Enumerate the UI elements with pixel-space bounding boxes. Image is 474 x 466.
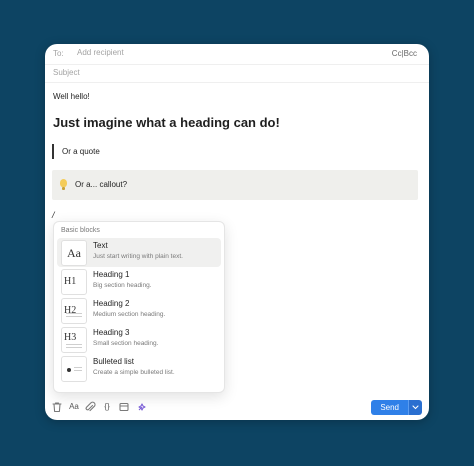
to-label: To: (53, 49, 64, 58)
chevron-down-icon (412, 405, 419, 410)
lightbulb-base (62, 187, 65, 190)
lightbulb-icon (60, 179, 67, 187)
menu-item-label: Bulleted list (93, 357, 134, 366)
code-icon[interactable]: {} (100, 400, 114, 414)
slash-command-menu: Basic blocks Aa Text Just start writing … (53, 221, 225, 393)
body-heading: Just imagine what a heading can do! (53, 115, 280, 130)
bulleted-list-icon (61, 356, 87, 382)
menu-item-description: Medium section heading. (93, 311, 166, 318)
heading2-icon: H2 (61, 298, 87, 324)
thumb-lines (66, 313, 82, 319)
heading3-icon: H3 (61, 327, 87, 353)
menu-item-label: Heading 2 (93, 299, 130, 308)
menu-item-label: Text (93, 241, 108, 250)
subject-row (45, 64, 429, 83)
menu-item-description: Small section heading. (93, 340, 159, 347)
menu-item-heading-1[interactable]: H1 Heading 1 Big section heading. (57, 267, 221, 296)
ai-sparkle-icon[interactable] (136, 400, 150, 414)
callout-text: Or a... callout? (75, 180, 128, 189)
compose-toolbar: Aa {} Send (45, 396, 429, 420)
thumb-lines (66, 344, 82, 350)
menu-item-description: Just start writing with plain text. (93, 253, 183, 260)
send-group: Send (371, 400, 422, 415)
body-paragraph: Well hello! (53, 92, 90, 101)
calendar-icon[interactable] (117, 400, 131, 414)
menu-section-title: Basic blocks (61, 227, 100, 234)
menu-item-label: Heading 1 (93, 270, 130, 279)
send-options-button[interactable] (408, 400, 422, 415)
thumb-glyph: Aa (67, 246, 81, 260)
thumb-glyph: H1 (64, 276, 77, 287)
attachment-icon[interactable] (83, 400, 97, 414)
text-block-icon: Aa (61, 240, 87, 266)
menu-item-bulleted-list[interactable]: Bulleted list Create a simple bulleted l… (57, 354, 221, 383)
menu-item-heading-2[interactable]: H2 Heading 2 Medium section heading. (57, 296, 221, 325)
slash-command-text: / (52, 210, 55, 220)
quote-text: Or a quote (62, 147, 100, 156)
menu-item-label: Heading 3 (93, 328, 130, 337)
heading1-icon: H1 (61, 269, 87, 295)
thumb-lines (74, 367, 82, 373)
send-button[interactable]: Send (371, 400, 408, 415)
trash-icon[interactable] (50, 400, 64, 414)
subject-input[interactable] (52, 67, 354, 78)
body-callout: Or a... callout? (52, 170, 418, 200)
format-icon[interactable]: Aa (67, 400, 81, 414)
menu-item-description: Create a simple bulleted list. (93, 369, 175, 376)
menu-item-text[interactable]: Aa Text Just start writing with plain te… (57, 238, 221, 267)
menu-item-heading-3[interactable]: H3 Heading 3 Small section heading. (57, 325, 221, 354)
to-row: To: Cc|Bcc (45, 44, 429, 65)
body-quote: Or a quote (52, 144, 100, 159)
cc-bcc-toggle[interactable]: Cc|Bcc (392, 49, 417, 58)
thumb-glyph: H3 (64, 332, 77, 343)
bullet-dot (67, 368, 71, 372)
compose-window: To: Cc|Bcc Well hello! Just imagine what… (45, 44, 429, 420)
recipient-input[interactable] (76, 47, 278, 58)
menu-item-description: Big section heading. (93, 282, 152, 289)
